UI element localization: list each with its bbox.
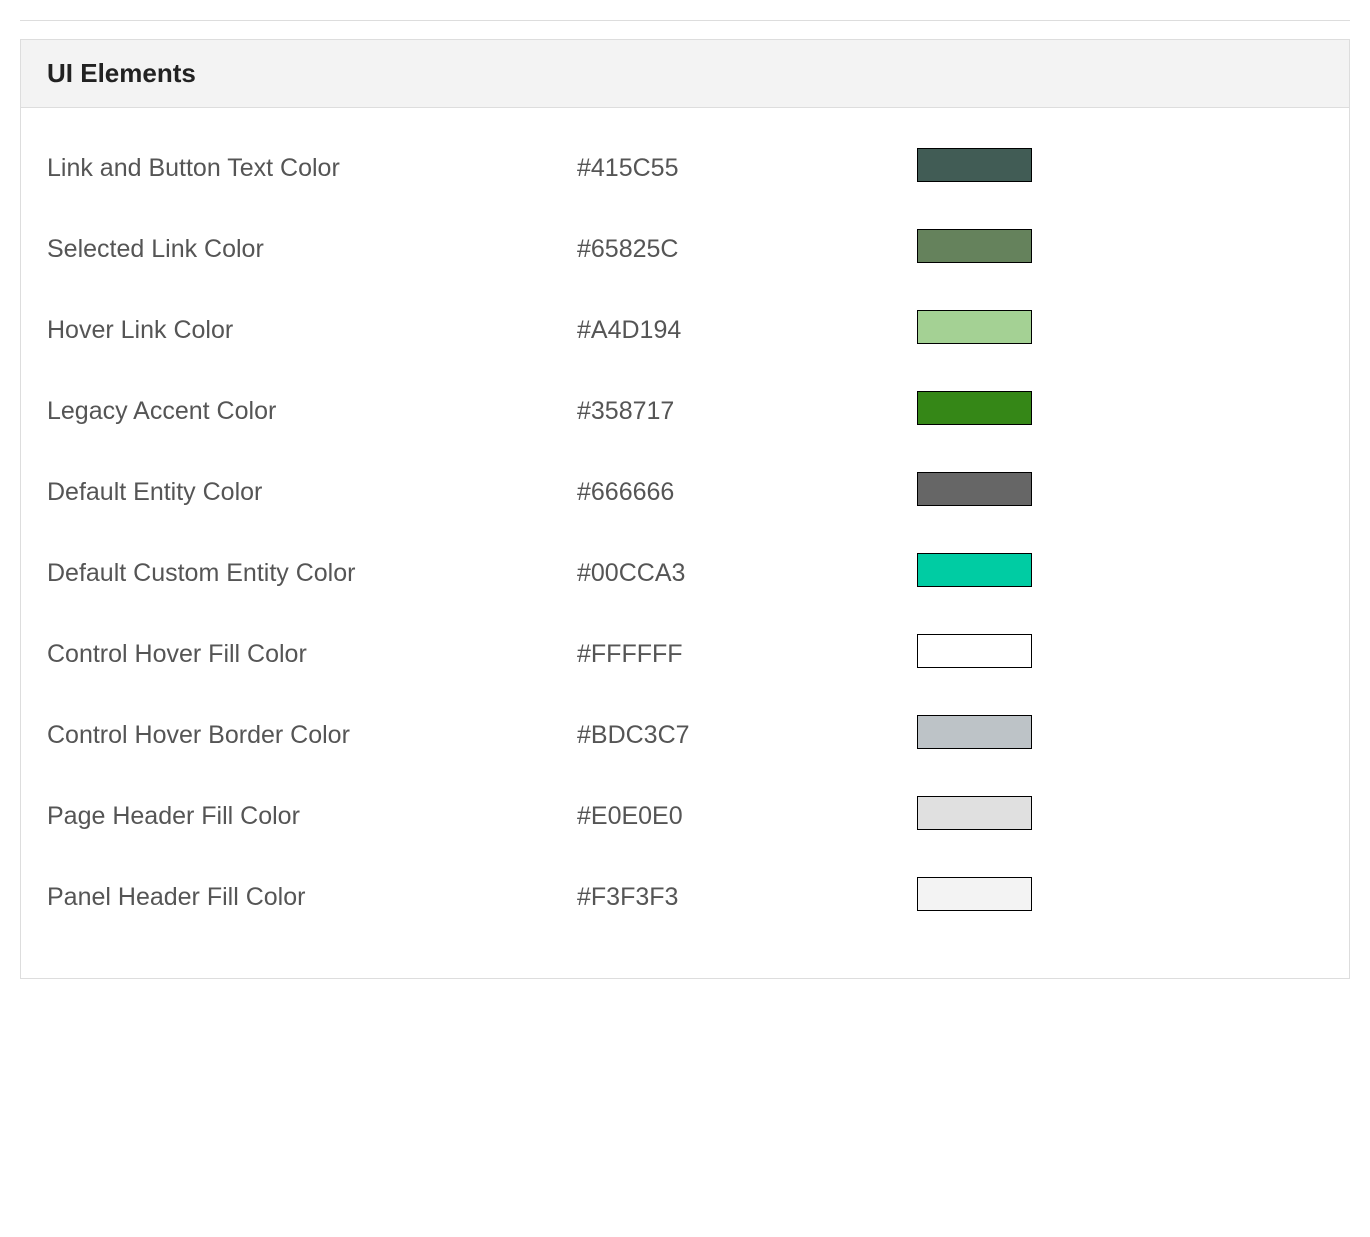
color-swatch-container (917, 715, 1032, 756)
color-row: Hover Link Color#A4D194 (21, 290, 1349, 371)
color-hex-value[interactable]: #358717 (577, 397, 917, 426)
color-label: Control Hover Fill Color (47, 640, 577, 669)
color-label: Page Header Fill Color (47, 802, 577, 831)
color-hex-value[interactable]: #F3F3F3 (577, 883, 917, 912)
color-label: Selected Link Color (47, 235, 577, 264)
panel-body: Link and Button Text Color#415C55Selecte… (21, 108, 1349, 978)
color-row: Default Entity Color#666666 (21, 452, 1349, 533)
color-hex-value[interactable]: #65825C (577, 235, 917, 264)
color-row: Selected Link Color#65825C (21, 209, 1349, 290)
color-hex-value[interactable]: #666666 (577, 478, 917, 507)
color-label: Link and Button Text Color (47, 154, 577, 183)
color-swatch[interactable] (917, 553, 1032, 587)
color-row: Link and Button Text Color#415C55 (21, 128, 1349, 209)
color-swatch-container (917, 877, 1032, 918)
color-swatch[interactable] (917, 634, 1032, 668)
color-swatch-container (917, 391, 1032, 432)
color-row: Panel Header Fill Color#F3F3F3 (21, 857, 1349, 938)
panel-header: UI Elements (21, 40, 1349, 108)
color-label: Hover Link Color (47, 316, 577, 345)
color-label: Legacy Accent Color (47, 397, 577, 426)
color-row: Default Custom Entity Color#00CCA3 (21, 533, 1349, 614)
panel-title: UI Elements (47, 58, 1323, 89)
ui-elements-panel: UI Elements Link and Button Text Color#4… (20, 39, 1350, 979)
color-swatch[interactable] (917, 391, 1032, 425)
color-hex-value[interactable]: #BDC3C7 (577, 721, 917, 750)
color-hex-value[interactable]: #A4D194 (577, 316, 917, 345)
color-row: Control Hover Border Color#BDC3C7 (21, 695, 1349, 776)
color-swatch-container (917, 634, 1032, 675)
color-hex-value[interactable]: #00CCA3 (577, 559, 917, 588)
color-swatch[interactable] (917, 229, 1032, 263)
color-swatch-container (917, 472, 1032, 513)
color-swatch[interactable] (917, 148, 1032, 182)
color-swatch-container (917, 148, 1032, 189)
color-label: Default Entity Color (47, 478, 577, 507)
color-label: Default Custom Entity Color (47, 559, 577, 588)
color-swatch-container (917, 553, 1032, 594)
color-swatch[interactable] (917, 310, 1032, 344)
color-swatch-container (917, 310, 1032, 351)
color-swatch-container (917, 796, 1032, 837)
color-row: Legacy Accent Color#358717 (21, 371, 1349, 452)
color-swatch[interactable] (917, 796, 1032, 830)
color-swatch[interactable] (917, 472, 1032, 506)
color-swatch[interactable] (917, 877, 1032, 911)
color-hex-value[interactable]: #415C55 (577, 154, 917, 183)
color-swatch[interactable] (917, 715, 1032, 749)
color-label: Control Hover Border Color (47, 721, 577, 750)
color-swatch-container (917, 229, 1032, 270)
color-row: Page Header Fill Color#E0E0E0 (21, 776, 1349, 857)
color-hex-value[interactable]: #E0E0E0 (577, 802, 917, 831)
top-divider (20, 20, 1350, 21)
color-label: Panel Header Fill Color (47, 883, 577, 912)
color-hex-value[interactable]: #FFFFFF (577, 640, 917, 669)
color-row: Control Hover Fill Color#FFFFFF (21, 614, 1349, 695)
